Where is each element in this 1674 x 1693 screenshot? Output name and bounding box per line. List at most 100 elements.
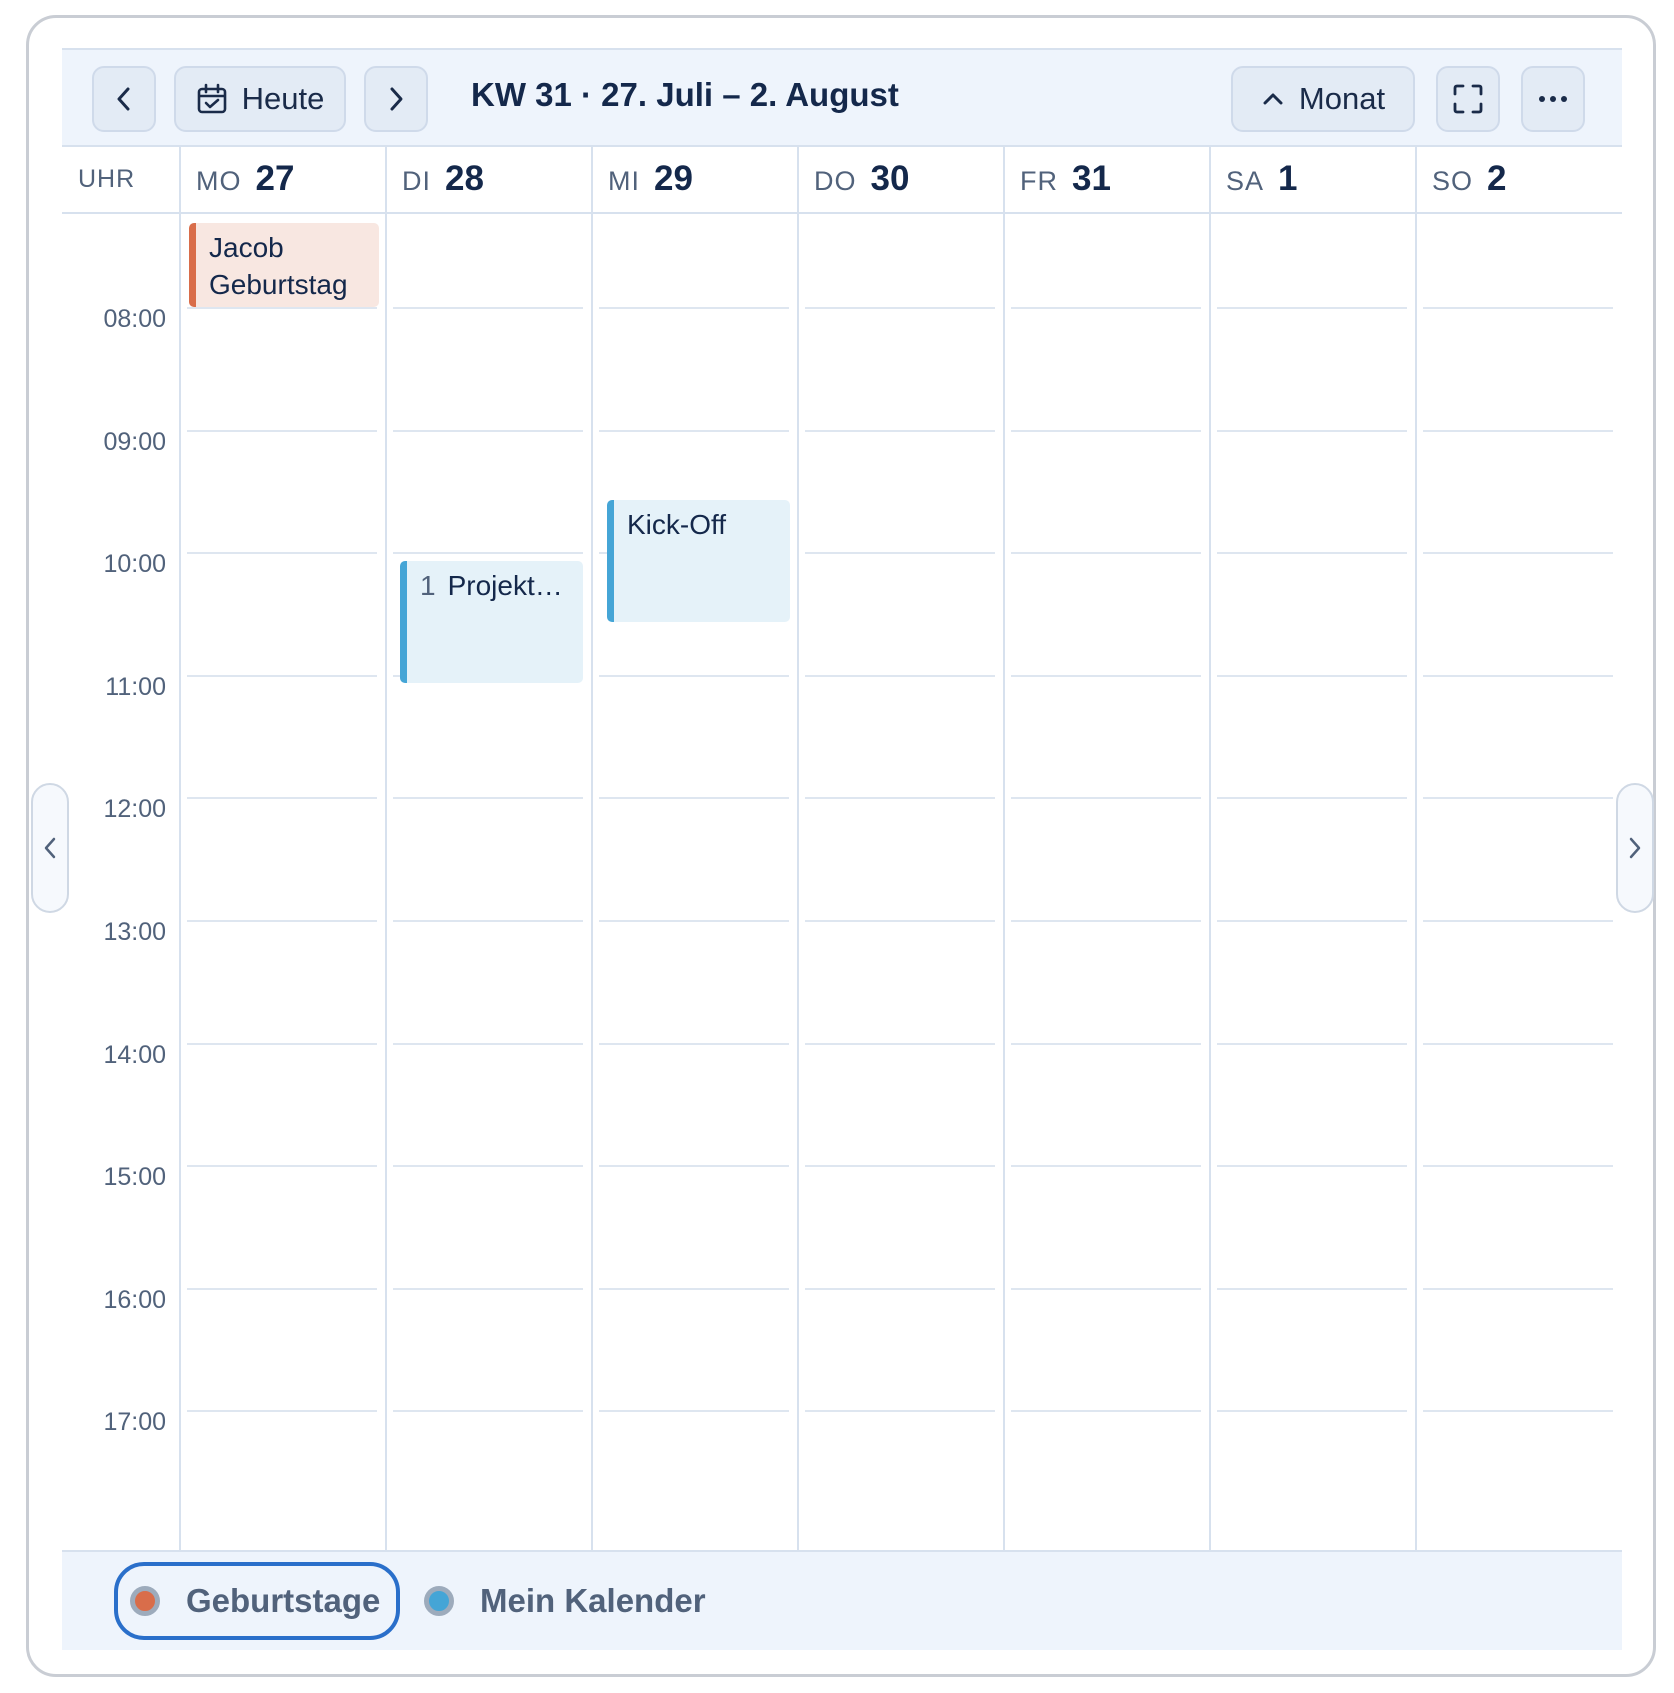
hour-line [187,1165,377,1167]
hour-line [393,1043,583,1045]
hour-line [805,1288,995,1290]
hour-line [805,1410,995,1412]
hour-line [805,1043,995,1045]
hour-line [1217,920,1407,922]
event-kick-off[interactable]: Kick-Off [607,500,790,622]
hour-line [1423,552,1613,554]
calendar-check-icon [197,83,226,114]
today-button[interactable]: Heute [174,66,346,132]
week-title: KW 31 · 27. Juli – 2. August [471,76,899,113]
hour-label: 16:00 [103,1286,166,1314]
hour-line [805,1165,995,1167]
hour-line [187,920,377,922]
hour-line [599,1288,789,1290]
day-name: DI [402,166,431,196]
day-date: 28 [445,159,484,198]
day-header-sa[interactable]: SA 1 [1210,147,1298,214]
calendar-toolbar: Heute KW 31 · 27. Juli – 2. August Monat [62,48,1622,147]
week-grid: UHR MO 27 DI 28 MI 29 DO 30 FR 31 SA 1 SO 2 08:… [62,147,1622,1550]
hour-line [1217,1043,1407,1045]
hour-label: 14:00 [103,1041,166,1069]
hour-line [187,797,377,799]
hour-line [187,1410,377,1412]
hour-line [1423,675,1613,677]
event-color-bar [607,500,614,622]
hour-line [393,1410,583,1412]
hour-line [1423,307,1613,309]
hour-line [599,797,789,799]
hour-label: 10:00 [103,550,166,578]
day-name: MO [196,166,242,196]
legend-dot [130,1586,160,1616]
hour-line [187,307,377,309]
event-title-row: 1 Projekt… [420,567,575,604]
day-header-row: UHR MO 27 DI 28 MI 29 DO 30 FR 31 SA 1 SO 2 [62,147,1622,214]
fullscreen-button[interactable] [1436,66,1500,132]
hour-line [1217,1165,1407,1167]
day-date: 27 [255,159,295,198]
day-header-mo[interactable]: MO 27 [180,147,294,214]
hour-label: 11:00 [105,673,166,701]
column-divider [1003,147,1005,1550]
prev-week-button[interactable] [92,66,156,132]
hour-line [805,552,995,554]
hour-line [1011,552,1201,554]
fullscreen-icon [1453,84,1483,114]
hour-line [1423,430,1613,432]
hour-line [187,1288,377,1290]
day-header-do[interactable]: DO 30 [798,147,909,214]
legend-item-mein-kalender[interactable]: Mein Kalender [424,1562,706,1640]
chevron-left-icon [117,87,130,111]
event-title: Jacob Geburtstag [209,232,348,300]
hour-line [1011,920,1201,922]
hour-line [1011,675,1201,677]
hour-line [187,430,377,432]
scroll-right-handle[interactable] [1616,783,1654,913]
day-name: MI [608,166,640,196]
hour-line [1423,1165,1613,1167]
hour-line [1011,1410,1201,1412]
hour-line [599,1043,789,1045]
event-projekt[interactable]: 1 Projekt… [400,561,583,683]
day-header-di[interactable]: DI 28 [386,147,484,214]
day-date: 31 [1072,159,1111,198]
time-column-label: UHR [78,165,136,193]
hour-line [1011,1043,1201,1045]
calendar-legend: Geburtstage Mein Kalender [62,1550,1622,1650]
day-header-fr[interactable]: FR 31 [1004,147,1111,214]
event-jacob-geburtstag[interactable]: Jacob Geburtstag [189,223,379,307]
column-divider [591,147,593,1550]
column-divider [1209,147,1211,1550]
hour-line [1423,1288,1613,1290]
hour-line [599,675,789,677]
hour-line [805,797,995,799]
column-divider [797,147,799,1550]
legend-item-geburtstage[interactable]: Geburtstage [114,1562,401,1640]
hour-line [187,1043,377,1045]
scroll-left-handle[interactable] [31,783,69,913]
hour-line [1217,552,1407,554]
hour-line [1423,1043,1613,1045]
event-count: 1 [420,570,436,601]
hour-label: 15:00 [103,1163,166,1191]
chevron-up-icon [1263,93,1283,105]
column-divider [179,147,181,1550]
view-switch-button[interactable]: Monat [1231,66,1415,132]
today-label: Heute [241,81,325,116]
legend-label: Geburtstage [186,1582,381,1619]
view-label: Monat [1298,81,1386,116]
chevron-right-icon [390,87,403,111]
hour-line [805,430,995,432]
next-week-button[interactable] [364,66,428,132]
hour-label: 09:00 [103,428,166,456]
hour-line [1423,920,1613,922]
day-date: 1 [1278,159,1298,198]
more-button[interactable] [1521,66,1585,132]
day-name: DO [814,166,857,196]
day-header-mi[interactable]: MI 29 [592,147,693,214]
hour-line [1423,1410,1613,1412]
day-header-so[interactable]: SO 2 [1416,147,1506,214]
hour-line [599,1410,789,1412]
day-date: 30 [870,159,910,198]
hour-line [1217,1288,1407,1290]
